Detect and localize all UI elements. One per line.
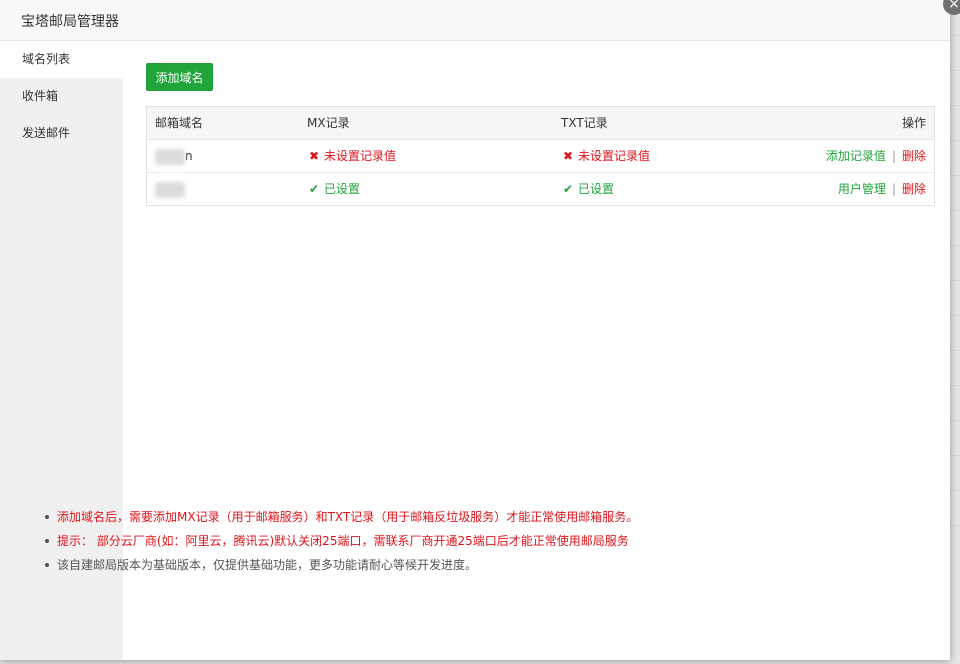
note-mx-txt: 添加域名后，需要添加MX记录（用于邮箱服务）和TXT记录（用于邮箱反垃圾服务）才… (45, 505, 638, 529)
delete-link[interactable]: 删除 (902, 182, 926, 196)
note-port-25: 提示： 部分云厂商(如：阿里云，腾讯云)默认关闭25端口，需联系厂商开通25端口… (45, 529, 638, 553)
ops-cell: 添加记录值 | 删除 (826, 140, 926, 172)
mx-status: ✔ 已设置 (307, 173, 360, 205)
txt-status-text: 未设置记录值 (578, 149, 651, 163)
delete-link[interactable]: 删除 (902, 149, 926, 163)
table-row: ✔ 已设置 ✔ 已设置 用户管理 | 删除 (147, 173, 934, 205)
sidebar-item-domain-list[interactable]: 域名列表 (0, 41, 123, 78)
header-ops: 操作 (901, 116, 926, 130)
note-basic-version: 该自建邮局版本为基础版本，仅提供基础功能，更多功能请耐心等候开发进度。 (45, 553, 638, 577)
user-management-link[interactable]: 用户管理 (838, 182, 886, 196)
domain-cell: n (155, 140, 193, 172)
check-icon: ✔ (562, 182, 574, 196)
domain-table: 邮箱域名 MX记录 TXT记录 操作 n ✖ 未设置记录值 ✖ 未设置记录值 添加记… (146, 106, 935, 206)
ops-cell: 用户管理 | 删除 (838, 173, 926, 205)
add-domain-button[interactable]: 添加域名 (146, 63, 213, 91)
error-icon: ✖ (308, 149, 320, 163)
notes-list: 添加域名后，需要添加MX记录（用于邮箱服务）和TXT记录（用于邮箱反垃圾服务）才… (45, 505, 638, 577)
error-icon: ✖ (562, 149, 574, 163)
txt-status: ✔ 已设置 (561, 173, 614, 205)
separator: | (891, 182, 896, 196)
header-mx: MX记录 (307, 116, 350, 130)
modal-header: 宝塔邮局管理器 (0, 0, 950, 41)
table-row: n ✖ 未设置记录值 ✖ 未设置记录值 添加记录值 | 删除 (147, 140, 934, 173)
add-record-link[interactable]: 添加记录值 (826, 149, 886, 163)
separator: | (891, 149, 896, 163)
redacted-domain (155, 181, 185, 198)
redacted-domain (155, 148, 185, 165)
sidebar-item-inbox[interactable]: 收件箱 (0, 78, 123, 115)
mx-status: ✖ 未设置记录值 (307, 140, 396, 172)
header-domain: 邮箱域名 (155, 116, 204, 130)
mail-manager-modal: 宝塔邮局管理器 域名列表 收件箱 发送邮件 添加域名 邮箱域名 MX记录 TXT… (0, 0, 950, 660)
txt-status: ✖ 未设置记录值 (561, 140, 650, 172)
mx-status-text: 未设置记录值 (324, 149, 397, 163)
domain-suffix: n (185, 149, 193, 163)
check-icon: ✔ (308, 182, 320, 196)
modal-title: 宝塔邮局管理器 (21, 14, 119, 30)
txt-status-text: 已设置 (578, 182, 615, 196)
table-header: 邮箱域名 MX记录 TXT记录 操作 (147, 107, 934, 140)
domain-cell (155, 173, 185, 205)
header-txt: TXT记录 (561, 116, 608, 130)
mx-status-text: 已设置 (324, 182, 361, 196)
sidebar-item-send-mail[interactable]: 发送邮件 (0, 115, 123, 152)
